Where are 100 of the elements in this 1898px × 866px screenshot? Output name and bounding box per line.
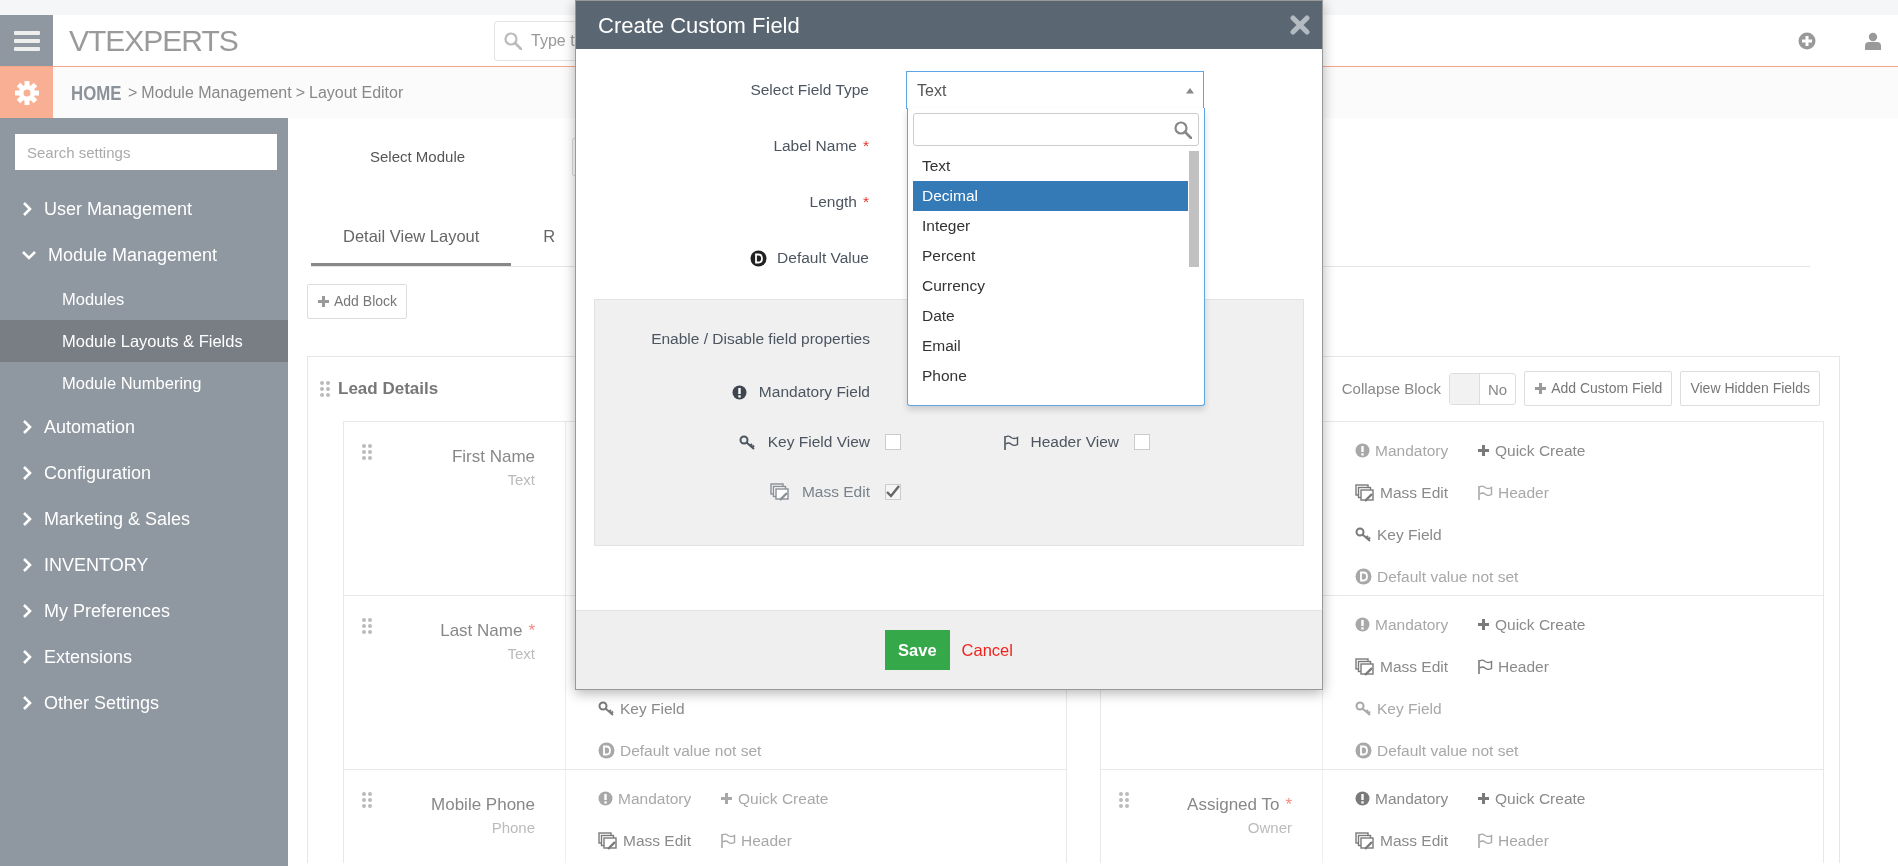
add-custom-field-button[interactable]: Add Custom Field xyxy=(1524,371,1673,407)
dropdown-option[interactable]: Text xyxy=(913,151,1188,181)
field-type: Text xyxy=(506,470,535,491)
field-property[interactable]: Quick Create xyxy=(1477,429,1677,472)
chevron-right-icon xyxy=(22,696,32,710)
required-asterisk: * xyxy=(1285,794,1292,814)
field-property[interactable]: Header xyxy=(1477,645,1677,688)
field-property[interactable]: Key Field xyxy=(1355,513,1677,556)
flag-icon xyxy=(1477,659,1493,675)
dropdown-option[interactable]: Email xyxy=(913,331,1188,361)
dropdown-option[interactable]: Currency xyxy=(913,271,1188,301)
field-property[interactable]: Mandatory xyxy=(1355,429,1477,472)
user-icon[interactable] xyxy=(1864,31,1882,50)
sidebar-item[interactable]: Module Management xyxy=(0,232,288,278)
sidebar-item[interactable]: Automation xyxy=(0,404,288,450)
add-block-button[interactable]: Add Block xyxy=(307,283,408,319)
field-property[interactable]: Header xyxy=(720,819,920,862)
field-property[interactable]: Quick Create xyxy=(1477,603,1677,646)
stacked-pages-pencil-icon xyxy=(1355,483,1375,502)
key-icon xyxy=(598,701,615,717)
plus-circle-icon[interactable] xyxy=(1798,31,1816,50)
chevron-right-icon xyxy=(22,420,32,434)
field-property[interactable]: Mass Edit xyxy=(1355,819,1477,862)
dropdown-option[interactable]: Percent xyxy=(913,241,1188,271)
dropdown-option[interactable]: Decimal xyxy=(913,181,1188,211)
key-icon xyxy=(1355,701,1372,717)
settings-search-field[interactable]: Search settings xyxy=(15,134,277,170)
search-icon xyxy=(1174,120,1192,139)
collapse-toggle[interactable]: No xyxy=(1448,372,1517,405)
dropdown-option[interactable]: Phone xyxy=(913,361,1188,391)
sidebar-item[interactable]: User Management xyxy=(0,186,288,232)
menu-icon[interactable] xyxy=(13,29,40,52)
field-property[interactable]: Header xyxy=(1477,819,1677,862)
d-letter-circle-icon xyxy=(1355,568,1372,586)
field-property[interactable]: Header xyxy=(1477,471,1677,514)
property-label: Key Field View xyxy=(767,432,870,453)
field-property[interactable]: Quick Create xyxy=(720,777,920,820)
sidebar-item[interactable]: Marketing & Sales xyxy=(0,496,288,542)
field-type-select[interactable]: Text xyxy=(906,71,1204,109)
save-button[interactable]: Save xyxy=(885,629,950,671)
chevron-down-icon xyxy=(22,250,36,260)
field-property[interactable]: Mandatory xyxy=(1355,603,1477,646)
close-icon[interactable] xyxy=(1290,15,1310,35)
sidebar-item[interactable]: INVENTORY xyxy=(0,542,288,588)
exclamation-circle-icon xyxy=(1355,791,1370,807)
sidebar-subitem[interactable]: Module Numbering xyxy=(0,362,288,404)
stacked-pages-pencil-icon xyxy=(1355,657,1375,676)
breadcrumb-home-link[interactable]: HOME xyxy=(71,76,122,109)
checkbox[interactable] xyxy=(885,434,901,450)
flag-icon xyxy=(1477,833,1493,849)
plus-icon xyxy=(1477,618,1490,632)
sidebar-subitem[interactable]: Module Layouts & Fields xyxy=(0,320,288,362)
field-property[interactable]: Mass Edit xyxy=(598,819,720,862)
sidebar-item[interactable]: My Preferences xyxy=(0,588,288,634)
sidebar-item[interactable]: Other Settings xyxy=(0,680,288,726)
d-letter-circle-icon xyxy=(598,742,615,760)
plus-icon xyxy=(720,792,733,806)
field-property[interactable]: Mandatory xyxy=(598,777,720,820)
stacked-pages-pencil-icon xyxy=(769,483,790,501)
sidebar-subitem[interactable]: Modules xyxy=(0,278,288,320)
field-type: Text xyxy=(506,644,535,665)
block-title: Lead Details xyxy=(338,378,439,400)
search-icon xyxy=(504,31,522,50)
field-property[interactable]: Mandatory xyxy=(1355,777,1477,820)
flag-icon xyxy=(720,833,736,849)
caret-up-icon xyxy=(1185,87,1195,94)
required-asterisk: * xyxy=(862,136,869,157)
breadcrumb-separator: > xyxy=(295,82,305,103)
sidebar-item[interactable]: Extensions xyxy=(0,634,288,680)
view-hidden-fields-button[interactable]: View Hidden Fields xyxy=(1680,371,1820,407)
field-name: Last Name xyxy=(440,620,523,640)
settings-icon xyxy=(14,80,39,105)
flag-icon xyxy=(1477,485,1493,501)
settings-button[interactable] xyxy=(0,67,53,118)
dropdown-search-field[interactable] xyxy=(913,113,1199,146)
field-property[interactable]: Default value not set xyxy=(1355,555,1677,598)
breadcrumb-link[interactable]: Module Management xyxy=(141,80,292,105)
field-property[interactable]: Default value not set xyxy=(1355,729,1677,772)
tab[interactable]: R xyxy=(511,224,588,266)
field-property[interactable]: Key Field xyxy=(1355,687,1677,730)
tab[interactable]: Detail View Layout xyxy=(311,224,512,266)
checkbox[interactable] xyxy=(1134,434,1150,450)
dropdown-option[interactable]: Integer xyxy=(913,211,1188,241)
stacked-pages-pencil-icon xyxy=(1355,831,1375,850)
field-property[interactable]: Default value not set xyxy=(598,729,920,772)
field-property[interactable]: Mass Edit xyxy=(1355,471,1477,514)
chevron-right-icon xyxy=(22,650,32,664)
field-label: Select Module xyxy=(369,146,467,167)
cancel-link[interactable]: Cancel xyxy=(961,637,1013,663)
field-property[interactable]: Key Field xyxy=(598,687,920,730)
collapse-block-label: Collapse Block xyxy=(1341,378,1441,399)
field-property[interactable]: Mass Edit xyxy=(1355,645,1477,688)
dropdown-option[interactable]: Date xyxy=(913,301,1188,331)
field-property[interactable]: Quick Create xyxy=(1477,777,1677,820)
breadcrumb-link[interactable]: Layout Editor xyxy=(309,80,404,105)
sidebar-item[interactable]: Configuration xyxy=(0,450,288,496)
check-icon xyxy=(885,485,901,499)
form-label: Select Field Type xyxy=(750,80,869,101)
scrollbar[interactable] xyxy=(1189,151,1199,267)
property-label: Header View xyxy=(1030,432,1119,453)
